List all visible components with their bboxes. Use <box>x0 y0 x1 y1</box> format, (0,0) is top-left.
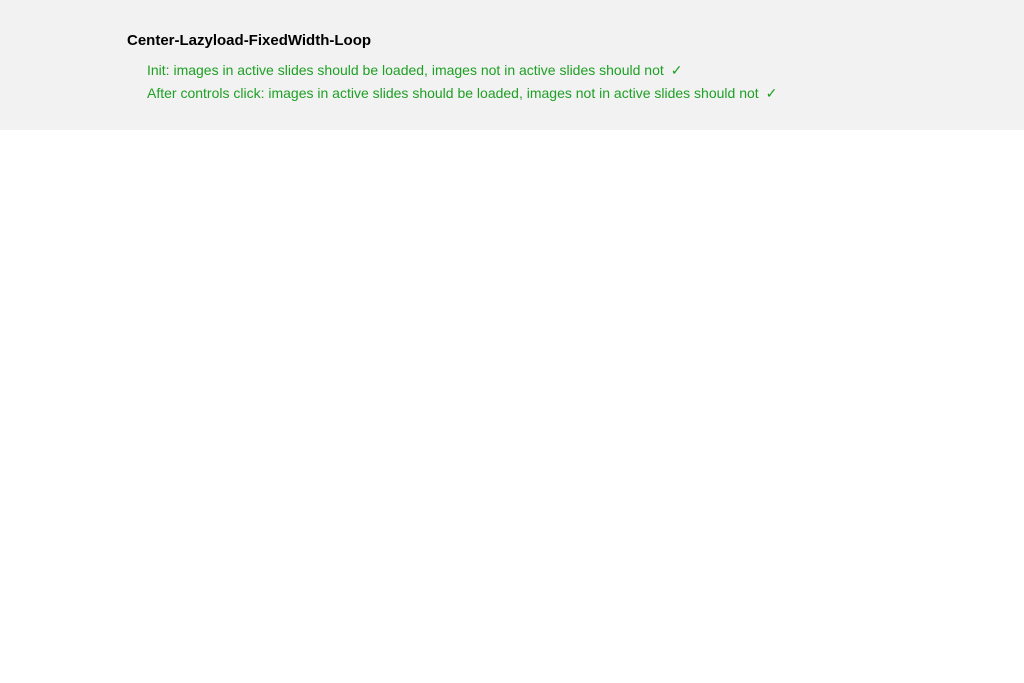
checkmark-icon: ✓ <box>669 59 683 82</box>
checkmark-icon: ✓ <box>764 82 778 105</box>
test-list: Init: images in active slides should be … <box>127 59 994 105</box>
content-wrapper: Center-Lazyload-FixedWidth-Loop Init: im… <box>0 32 1024 105</box>
test-description: Init: images in active slides should be … <box>147 59 664 82</box>
test-result-item: Init: images in active slides should be … <box>147 59 994 82</box>
section-title: Center-Lazyload-FixedWidth-Loop <box>127 32 994 49</box>
test-description: After controls click: images in active s… <box>147 82 759 105</box>
test-result-item: After controls click: images in active s… <box>147 82 994 105</box>
test-results-panel: Center-Lazyload-FixedWidth-Loop Init: im… <box>0 0 1024 130</box>
